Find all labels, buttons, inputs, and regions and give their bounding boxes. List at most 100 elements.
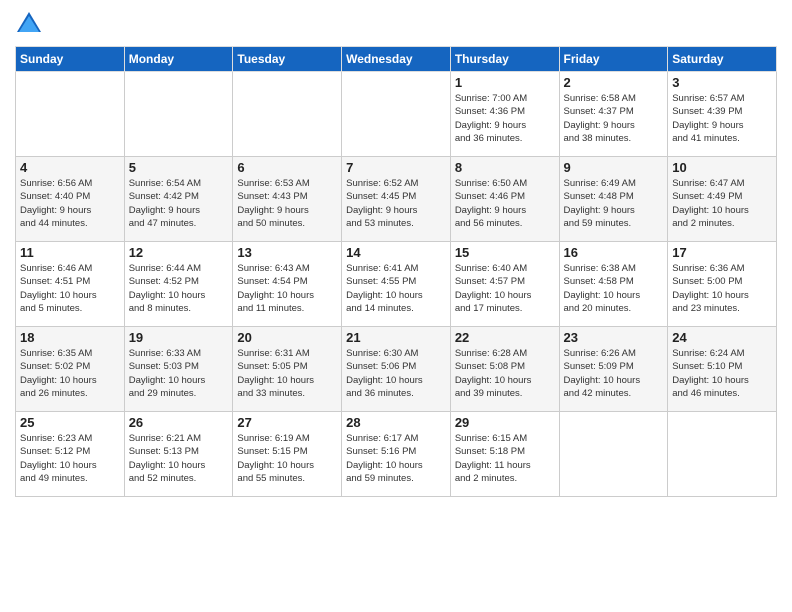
day-info: Sunrise: 6:44 AM Sunset: 4:52 PM Dayligh… bbox=[129, 262, 229, 315]
day-number: 12 bbox=[129, 245, 229, 260]
day-info: Sunrise: 6:58 AM Sunset: 4:37 PM Dayligh… bbox=[564, 92, 664, 145]
day-number: 2 bbox=[564, 75, 664, 90]
calendar-cell: 3 Sunrise: 6:57 AM Sunset: 4:39 PM Daylig… bbox=[668, 72, 777, 157]
calendar-week-2: 4 Sunrise: 6:56 AM Sunset: 4:40 PM Daylig… bbox=[16, 157, 777, 242]
calendar-cell: 19 Sunrise: 6:33 AM Sunset: 5:03 PM Dayli… bbox=[124, 327, 233, 412]
day-info: Sunrise: 6:43 AM Sunset: 4:54 PM Dayligh… bbox=[237, 262, 337, 315]
day-info: Sunrise: 6:46 AM Sunset: 4:51 PM Dayligh… bbox=[20, 262, 120, 315]
day-number: 18 bbox=[20, 330, 120, 345]
day-number: 25 bbox=[20, 415, 120, 430]
calendar-cell: 20 Sunrise: 6:31 AM Sunset: 5:05 PM Dayli… bbox=[233, 327, 342, 412]
calendar-cell bbox=[233, 72, 342, 157]
day-number: 29 bbox=[455, 415, 555, 430]
calendar-cell: 21Sunrise: 6:30 AM Sunset: 5:06 PM Dayli… bbox=[342, 327, 451, 412]
day-info: Sunrise: 6:23 AM Sunset: 5:12 PM Dayligh… bbox=[20, 432, 120, 485]
calendar-week-1: 1 Sunrise: 7:00 AM Sunset: 4:36 PM Daylig… bbox=[16, 72, 777, 157]
calendar-cell: 25 Sunrise: 6:23 AM Sunset: 5:12 PM Dayli… bbox=[16, 412, 125, 497]
calendar-cell: 28 Sunrise: 6:17 AM Sunset: 5:16 PM Dayli… bbox=[342, 412, 451, 497]
calendar-cell: 18 Sunrise: 6:35 AM Sunset: 5:02 PM Dayli… bbox=[16, 327, 125, 412]
day-info: Sunrise: 6:19 AM Sunset: 5:15 PM Dayligh… bbox=[237, 432, 337, 485]
day-number: 20 bbox=[237, 330, 337, 345]
calendar-header-wednesday: Wednesday bbox=[342, 47, 451, 72]
day-number: 6 bbox=[237, 160, 337, 175]
day-info: Sunrise: 6:40 AM Sunset: 4:57 PM Dayligh… bbox=[455, 262, 555, 315]
day-number: 19 bbox=[129, 330, 229, 345]
logo bbox=[15, 10, 47, 38]
day-number: 1 bbox=[455, 75, 555, 90]
day-number: 3 bbox=[672, 75, 772, 90]
calendar-table: SundayMondayTuesdayWednesdayThursdayFrid… bbox=[15, 46, 777, 497]
calendar-cell bbox=[559, 412, 668, 497]
calendar-cell: 24 Sunrise: 6:24 AM Sunset: 5:10 PM Dayli… bbox=[668, 327, 777, 412]
calendar-cell: 8 Sunrise: 6:50 AM Sunset: 4:46 PM Daylig… bbox=[450, 157, 559, 242]
calendar-cell: 10 Sunrise: 6:47 AM Sunset: 4:49 PM Dayli… bbox=[668, 157, 777, 242]
day-number: 4 bbox=[20, 160, 120, 175]
logo-icon bbox=[15, 10, 43, 38]
day-info: Sunrise: 6:47 AM Sunset: 4:49 PM Dayligh… bbox=[672, 177, 772, 230]
day-info: Sunrise: 7:00 AM Sunset: 4:36 PM Dayligh… bbox=[455, 92, 555, 145]
day-number: 22 bbox=[455, 330, 555, 345]
calendar-cell: 6Sunrise: 6:53 AM Sunset: 4:43 PM Daylig… bbox=[233, 157, 342, 242]
calendar-cell: 7Sunrise: 6:52 AM Sunset: 4:45 PM Daylig… bbox=[342, 157, 451, 242]
calendar-cell: 15 Sunrise: 6:40 AM Sunset: 4:57 PM Dayli… bbox=[450, 242, 559, 327]
day-info: Sunrise: 6:21 AM Sunset: 5:13 PM Dayligh… bbox=[129, 432, 229, 485]
day-number: 17 bbox=[672, 245, 772, 260]
calendar-cell: 9Sunrise: 6:49 AM Sunset: 4:48 PM Daylig… bbox=[559, 157, 668, 242]
day-number: 10 bbox=[672, 160, 772, 175]
calendar-cell: 1 Sunrise: 7:00 AM Sunset: 4:36 PM Daylig… bbox=[450, 72, 559, 157]
day-info: Sunrise: 6:50 AM Sunset: 4:46 PM Dayligh… bbox=[455, 177, 555, 230]
calendar-header-thursday: Thursday bbox=[450, 47, 559, 72]
calendar-header-saturday: Saturday bbox=[668, 47, 777, 72]
calendar-cell: 29 Sunrise: 6:15 AM Sunset: 5:18 PM Dayli… bbox=[450, 412, 559, 497]
calendar-cell bbox=[16, 72, 125, 157]
day-info: Sunrise: 6:28 AM Sunset: 5:08 PM Dayligh… bbox=[455, 347, 555, 400]
day-number: 24 bbox=[672, 330, 772, 345]
calendar-header-sunday: Sunday bbox=[16, 47, 125, 72]
day-number: 23 bbox=[564, 330, 664, 345]
day-number: 9 bbox=[564, 160, 664, 175]
calendar-cell: 11 Sunrise: 6:46 AM Sunset: 4:51 PM Dayli… bbox=[16, 242, 125, 327]
calendar-cell: 4 Sunrise: 6:56 AM Sunset: 4:40 PM Daylig… bbox=[16, 157, 125, 242]
day-info: Sunrise: 6:35 AM Sunset: 5:02 PM Dayligh… bbox=[20, 347, 120, 400]
day-info: Sunrise: 6:41 AM Sunset: 4:55 PM Dayligh… bbox=[346, 262, 446, 315]
day-number: 27 bbox=[237, 415, 337, 430]
day-info: Sunrise: 6:56 AM Sunset: 4:40 PM Dayligh… bbox=[20, 177, 120, 230]
day-info: Sunrise: 6:31 AM Sunset: 5:05 PM Dayligh… bbox=[237, 347, 337, 400]
calendar-cell: 26 Sunrise: 6:21 AM Sunset: 5:13 PM Dayli… bbox=[124, 412, 233, 497]
day-number: 8 bbox=[455, 160, 555, 175]
day-info: Sunrise: 6:15 AM Sunset: 5:18 PM Dayligh… bbox=[455, 432, 555, 485]
day-info: Sunrise: 6:30 AM Sunset: 5:06 PM Dayligh… bbox=[346, 347, 446, 400]
calendar-cell: 17 Sunrise: 6:36 AM Sunset: 5:00 PM Dayli… bbox=[668, 242, 777, 327]
calendar-cell: 14Sunrise: 6:41 AM Sunset: 4:55 PM Dayli… bbox=[342, 242, 451, 327]
calendar-header-monday: Monday bbox=[124, 47, 233, 72]
calendar-week-4: 18 Sunrise: 6:35 AM Sunset: 5:02 PM Dayli… bbox=[16, 327, 777, 412]
day-info: Sunrise: 6:33 AM Sunset: 5:03 PM Dayligh… bbox=[129, 347, 229, 400]
day-info: Sunrise: 6:36 AM Sunset: 5:00 PM Dayligh… bbox=[672, 262, 772, 315]
calendar-week-3: 11 Sunrise: 6:46 AM Sunset: 4:51 PM Dayli… bbox=[16, 242, 777, 327]
day-info: Sunrise: 6:57 AM Sunset: 4:39 PM Dayligh… bbox=[672, 92, 772, 145]
day-number: 26 bbox=[129, 415, 229, 430]
calendar-cell: 22 Sunrise: 6:28 AM Sunset: 5:08 PM Dayli… bbox=[450, 327, 559, 412]
calendar-header-tuesday: Tuesday bbox=[233, 47, 342, 72]
page-container: SundayMondayTuesdayWednesdayThursdayFrid… bbox=[0, 0, 792, 507]
header bbox=[15, 10, 777, 38]
calendar-cell: 27 Sunrise: 6:19 AM Sunset: 5:15 PM Dayli… bbox=[233, 412, 342, 497]
calendar-header-friday: Friday bbox=[559, 47, 668, 72]
day-number: 11 bbox=[20, 245, 120, 260]
calendar-cell: 2 Sunrise: 6:58 AM Sunset: 4:37 PM Daylig… bbox=[559, 72, 668, 157]
calendar-cell bbox=[668, 412, 777, 497]
day-info: Sunrise: 6:24 AM Sunset: 5:10 PM Dayligh… bbox=[672, 347, 772, 400]
calendar-cell bbox=[124, 72, 233, 157]
day-number: 13 bbox=[237, 245, 337, 260]
day-number: 15 bbox=[455, 245, 555, 260]
day-info: Sunrise: 6:52 AM Sunset: 4:45 PM Dayligh… bbox=[346, 177, 446, 230]
calendar-week-5: 25 Sunrise: 6:23 AM Sunset: 5:12 PM Dayli… bbox=[16, 412, 777, 497]
day-info: Sunrise: 6:17 AM Sunset: 5:16 PM Dayligh… bbox=[346, 432, 446, 485]
day-number: 5 bbox=[129, 160, 229, 175]
calendar-cell: 5Sunrise: 6:54 AM Sunset: 4:42 PM Daylig… bbox=[124, 157, 233, 242]
calendar-cell: 13 Sunrise: 6:43 AM Sunset: 4:54 PM Dayli… bbox=[233, 242, 342, 327]
calendar-cell bbox=[342, 72, 451, 157]
day-number: 28 bbox=[346, 415, 446, 430]
day-number: 16 bbox=[564, 245, 664, 260]
day-info: Sunrise: 6:26 AM Sunset: 5:09 PM Dayligh… bbox=[564, 347, 664, 400]
